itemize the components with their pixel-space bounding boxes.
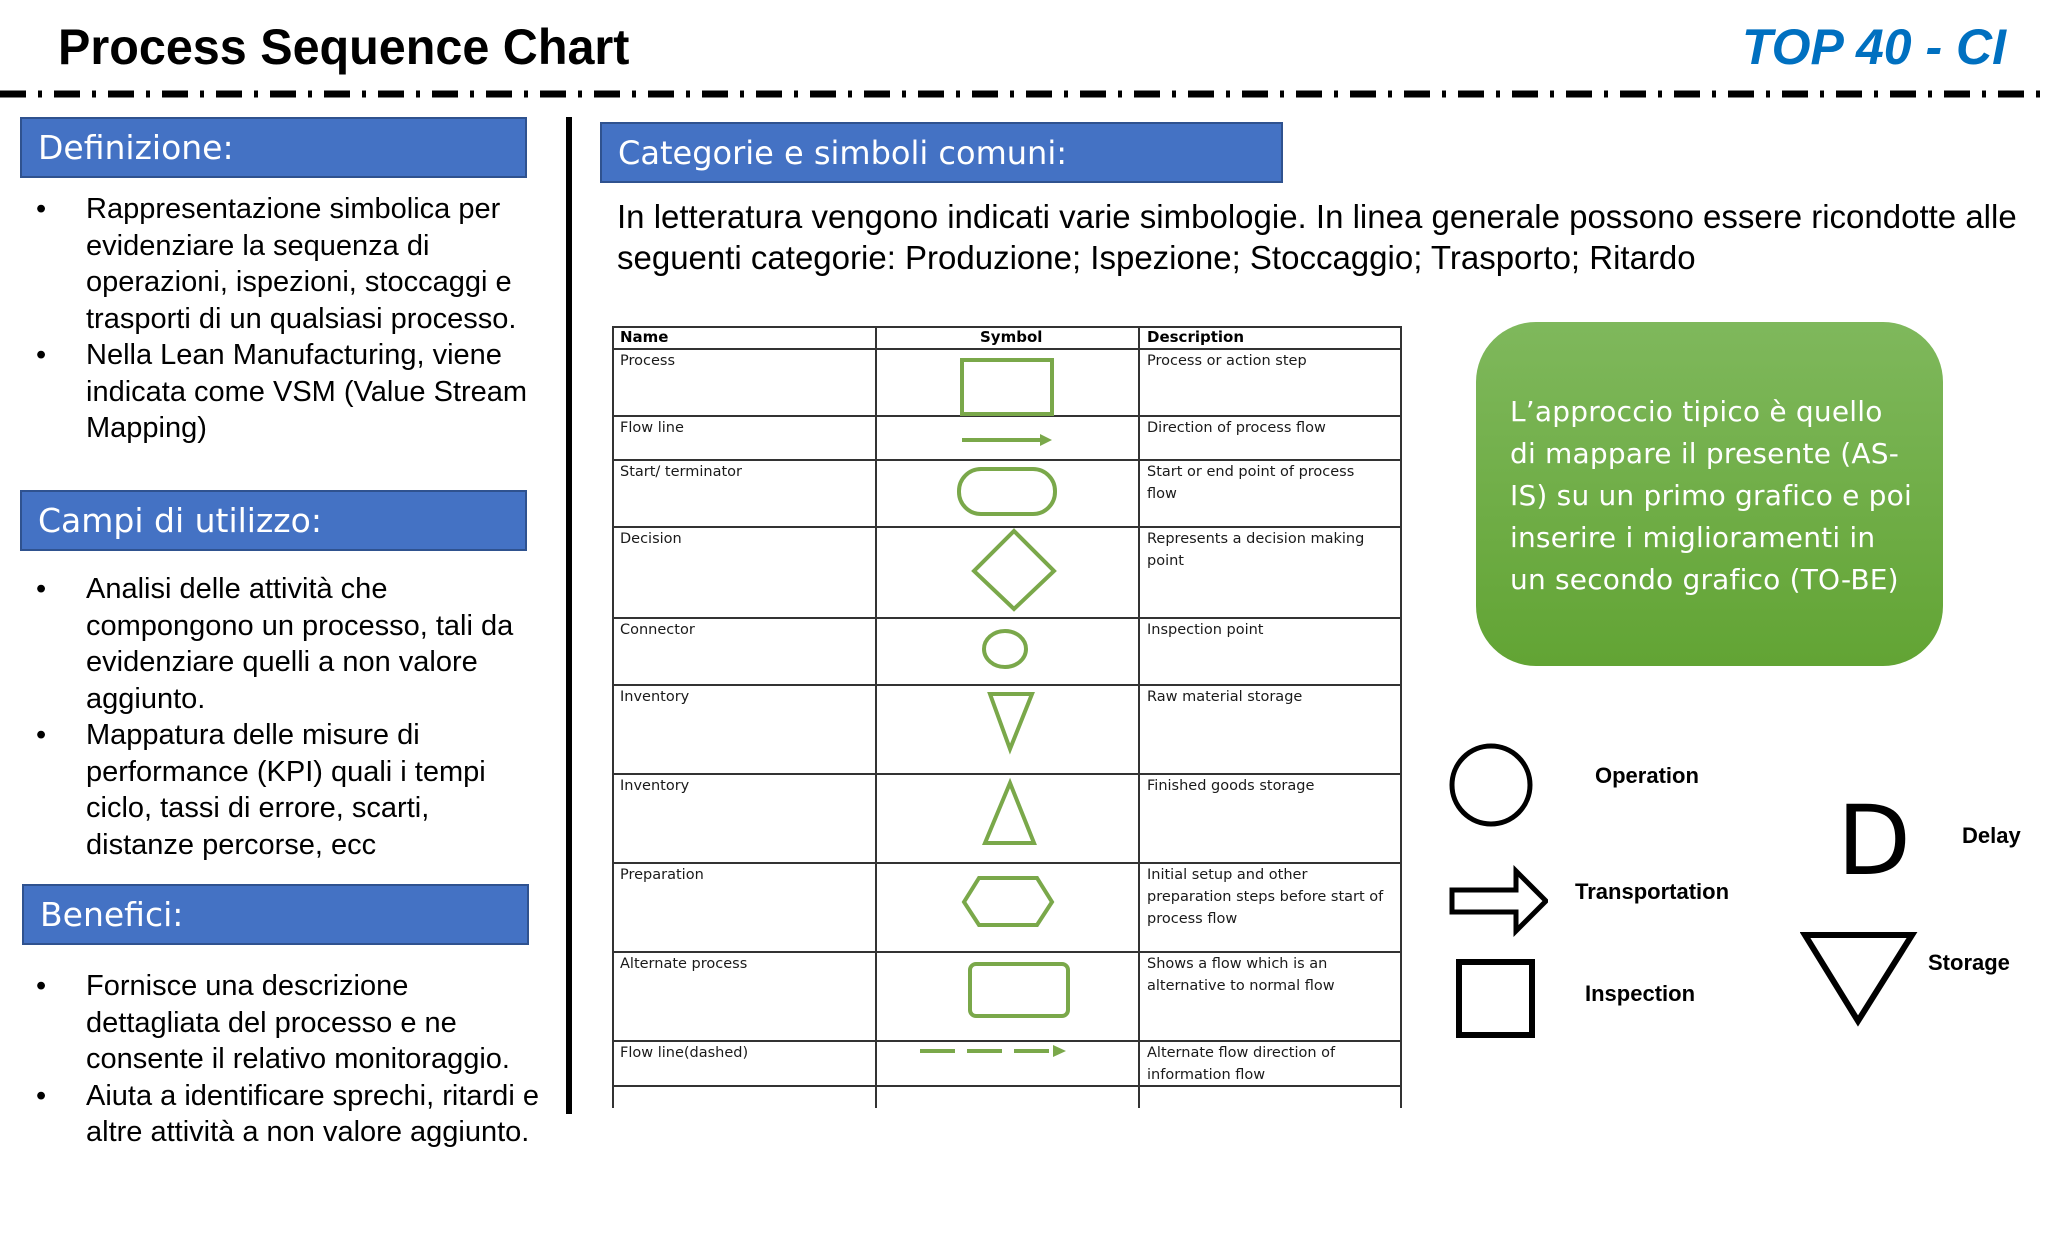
table-cell-description: information flow <box>1147 1067 1265 1083</box>
table-cell-name: Preparation <box>620 867 704 883</box>
section-header-campi-di-utilizzo: Campi di utilizzo: <box>20 490 527 551</box>
table-cell-name: Process <box>620 353 675 369</box>
header-dash-dot-rule <box>0 90 2048 98</box>
table-header-symbol: Symbol <box>980 328 1042 346</box>
table-cell-description: Represents a decision making <box>1147 531 1364 547</box>
table-cell-description: flow <box>1147 486 1177 502</box>
benefici-list: Fornisce una descrizione dettagliata del… <box>20 968 540 1151</box>
table-cell-name: Inventory <box>620 778 690 794</box>
table-cell-name: Flow line <box>620 420 684 436</box>
page-title: Process Sequence Chart <box>58 19 630 75</box>
square-icon <box>1456 959 1535 1038</box>
triangle-down-icon <box>1800 932 1918 1027</box>
table-header-description: Description <box>1147 328 1244 346</box>
table-cell-name: Alternate process <box>620 956 747 972</box>
categorie-intro-text: In letteratura vengono indicati varie si… <box>617 198 2017 276</box>
table-cell-name: Inventory <box>620 689 690 705</box>
table-cell-description: preparation steps before start of <box>1147 889 1384 905</box>
table-cell-name: Start/ terminator <box>620 464 742 480</box>
definizione-list: Rappresentazione simbolica per evidenzia… <box>20 191 540 447</box>
campi-list: Analisi delle attività che compongono un… <box>20 571 540 863</box>
legend-label-storage: Storage <box>1928 950 2010 975</box>
approach-callout: L’approccio tipico è quello di mappare i… <box>1476 322 1943 666</box>
letter-d-icon: D <box>1837 785 1911 897</box>
circle-icon <box>1449 743 1533 827</box>
legend-label-transportation: Transportation <box>1575 879 1730 904</box>
table-cell-description: Direction of process flow <box>1147 420 1326 436</box>
legend-label-operation: Operation <box>1595 763 1699 788</box>
table-cell-description: Raw material storage <box>1147 689 1302 705</box>
table-cell-description: Initial setup and other <box>1147 867 1307 883</box>
table-cell-description: process flow <box>1147 911 1237 927</box>
table-cell-description: alternative to normal flow <box>1147 978 1335 994</box>
table-cell-description: Inspection point <box>1147 622 1264 638</box>
triangle-up-icon <box>982 777 1037 845</box>
legend-label-inspection: Inspection <box>1585 981 1696 1006</box>
campi-bullet: Mappatura delle misure di performance (K… <box>20 717 540 863</box>
table-cell-description: Start or end point of process <box>1147 464 1354 480</box>
table-cell-description: Process or action step <box>1147 353 1307 369</box>
brand-label: TOP 40 - CI <box>1742 19 2006 75</box>
terminator-icon <box>957 467 1057 516</box>
triangle-down-icon <box>987 692 1035 755</box>
circle-icon <box>982 629 1028 669</box>
definizione-bullet: Nella Lean Manufacturing, viene indicata… <box>20 337 540 447</box>
section-header-categorie: Categorie e simboli comuni: <box>600 122 1283 183</box>
table-cell-description: Alternate flow direction of <box>1147 1045 1336 1061</box>
table-cell-description: point <box>1147 553 1184 569</box>
legend-label-delay: Delay <box>1962 823 2021 848</box>
vertical-divider <box>566 117 572 1114</box>
symbol-legend: Operation Transportation Inspection D De… <box>1440 735 2040 1055</box>
campi-bullet: Analisi delle attività che compongono un… <box>20 571 540 717</box>
table-cell-name: Flow line(dashed) <box>620 1045 748 1061</box>
table-cell-description: Shows a flow which is an <box>1147 956 1327 972</box>
table-cell-description: Finished goods storage <box>1147 778 1314 794</box>
table-cell-name: Decision <box>620 531 682 547</box>
hexagon-icon <box>961 876 1055 927</box>
benefici-bullet: Fornisce una descrizione dettagliata del… <box>20 968 540 1078</box>
table-cell-name: Connector <box>620 622 695 638</box>
benefici-bullet: Aiuta a identificare sprechi, ritardi e … <box>20 1078 540 1151</box>
section-header-definizione: Definizione: <box>20 117 527 178</box>
dashed-arrow-icon-head <box>1053 1045 1066 1057</box>
rounded-rectangle-icon <box>968 962 1070 1018</box>
symbol-table: Name Symbol Description Process Process or a… <box>612 326 1402 1108</box>
symbol-table-grid: Name Symbol Description Process Process or a… <box>612 326 1402 1108</box>
block-arrow-icon <box>1449 865 1548 938</box>
section-header-benefici: Benefici: <box>22 884 529 945</box>
table-header-name: Name <box>620 328 668 346</box>
arrow-right-icon-head <box>1040 434 1052 446</box>
definizione-bullet: Rappresentazione simbolica per evidenzia… <box>20 191 540 337</box>
diamond-icon <box>971 528 1057 612</box>
rectangle-icon <box>960 358 1054 416</box>
